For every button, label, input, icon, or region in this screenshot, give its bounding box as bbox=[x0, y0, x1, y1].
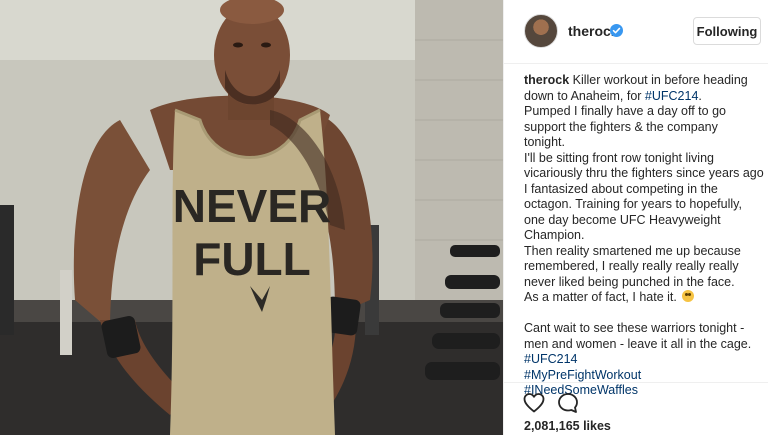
shirt-text-full: FULL bbox=[193, 233, 311, 285]
caption-line: therock Killer workout in before heading bbox=[524, 73, 764, 89]
caption-line: remembered, I really really really reall… bbox=[524, 259, 739, 273]
caption-line: Cant wait to see these warriors tonight … bbox=[524, 321, 745, 335]
shirt-text-never: NEVER bbox=[173, 180, 331, 232]
caption-line: I fantasized about competing in the bbox=[524, 181, 718, 196]
post-header: therock Following bbox=[504, 0, 768, 64]
caption-line: Champion. bbox=[524, 228, 585, 242]
hashtag-link[interactable]: #UFC214 bbox=[645, 89, 699, 103]
likes-count[interactable]: 2,081,165 likes bbox=[524, 419, 611, 433]
post-actions: 2,081,165 likes bbox=[504, 382, 768, 435]
instagram-post: NEVER FULL therock Following therock Kil… bbox=[0, 0, 768, 435]
post-photo[interactable]: NEVER FULL bbox=[0, 0, 503, 435]
post-side-panel: therock Following therock Killer workout… bbox=[503, 0, 768, 435]
hashtag-link[interactable]: #MyPreFightWorkout bbox=[524, 368, 764, 384]
caption-line: tonight. bbox=[524, 135, 566, 149]
hashtag-link[interactable]: #UFC214 bbox=[524, 352, 764, 368]
following-button[interactable]: Following bbox=[693, 17, 761, 45]
caption-text: Killer workout in before heading bbox=[569, 73, 748, 87]
caption-text: down to Anaheim, for bbox=[524, 88, 645, 103]
caption-line: vicariously thru the fighters since year… bbox=[524, 166, 764, 180]
caption-text: . bbox=[698, 88, 702, 103]
caption-text: As a matter of fact, I hate it. bbox=[524, 290, 677, 304]
caption-line: octagon. Training for years to hopefully… bbox=[524, 197, 742, 211]
grimacing-face-emoji-icon bbox=[682, 290, 695, 302]
post-caption: therock Killer workout in before heading… bbox=[524, 73, 764, 399]
gym-photo-illustration: NEVER FULL bbox=[0, 0, 503, 435]
heart-icon[interactable] bbox=[522, 391, 546, 415]
caption-line: I'll be sitting front row tonight living bbox=[524, 150, 714, 165]
caption-line: Then reality smartened me up because bbox=[524, 243, 741, 258]
caption-line: support the fighters & the company bbox=[524, 119, 718, 134]
caption-line: men and women - leave it all in the cage… bbox=[524, 336, 752, 351]
caption-line: Pumped I finally have a day off to go bbox=[524, 104, 726, 118]
verified-badge-icon bbox=[610, 24, 623, 37]
comment-icon[interactable] bbox=[556, 391, 580, 415]
caption-line: down to Anaheim, for #UFC214. bbox=[524, 89, 764, 105]
caption-username[interactable]: therock bbox=[524, 73, 569, 87]
caption-line: As a matter of fact, I hate it. bbox=[524, 290, 764, 306]
avatar[interactable] bbox=[524, 14, 558, 48]
caption-line: never liked being punched in the face. bbox=[524, 274, 735, 289]
caption-line: one day become UFC Heavyweight bbox=[524, 212, 721, 227]
